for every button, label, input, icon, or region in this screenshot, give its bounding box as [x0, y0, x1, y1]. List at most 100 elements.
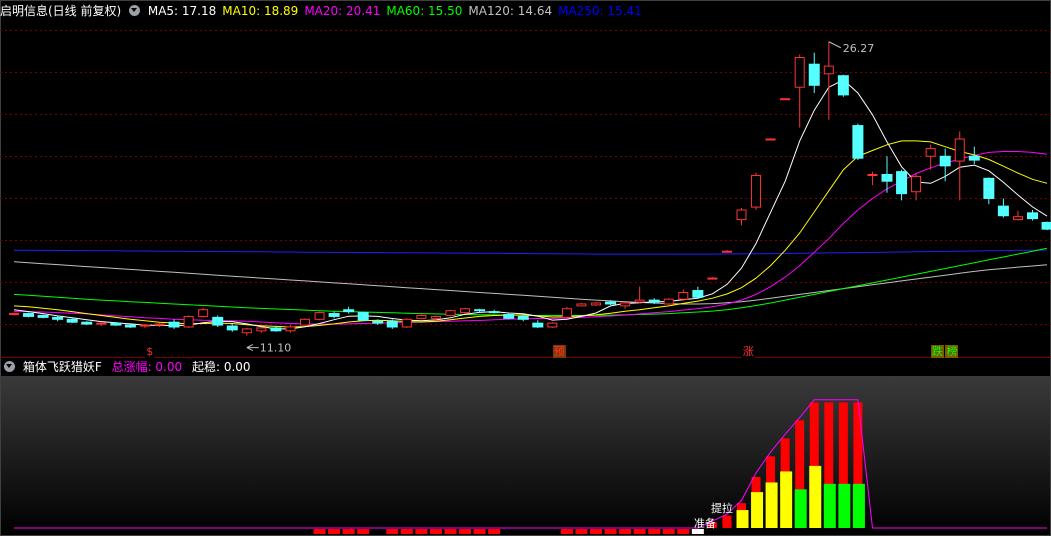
- candle-body: [226, 325, 238, 331]
- signal-marker-1: 预: [552, 345, 566, 358]
- indicator-bottom-marker: [415, 529, 428, 534]
- candle-body: [620, 302, 631, 307]
- candle-body: [343, 309, 355, 313]
- candle-body: [285, 326, 296, 332]
- indicator-bottom-marker: [429, 529, 442, 534]
- indicator-bar-green: [794, 489, 807, 528]
- indicator-bar-green: [852, 483, 865, 528]
- candle-body: [445, 310, 456, 316]
- candle-body: [154, 323, 165, 326]
- candle-body: [357, 312, 369, 321]
- indicator-bottom-marker: [400, 529, 413, 534]
- candle-body: [751, 174, 762, 208]
- indicator-bar-green: [823, 483, 836, 528]
- candle-body: [547, 322, 558, 328]
- ma-label-1: MA10: 18.89: [222, 4, 299, 18]
- indicator-bar-yellow: [809, 465, 822, 528]
- candle-body: [707, 277, 718, 280]
- ma-label-3: MA60: 15.50: [386, 4, 463, 18]
- indicator-bottom-marker: [473, 529, 486, 534]
- candle-body: [23, 313, 35, 317]
- indicator-bar-green: [838, 483, 851, 528]
- candle-body: [794, 56, 805, 88]
- indicator-bottom-marker: [604, 529, 617, 534]
- candle-body: [648, 299, 660, 303]
- candle-body: [256, 327, 267, 332]
- candle-body: [954, 138, 965, 162]
- candle-body: [124, 324, 136, 328]
- candle-body: [328, 313, 340, 317]
- candle-body: [386, 320, 398, 328]
- indicator-bottom-marker: [328, 529, 341, 534]
- candle-body: [1012, 216, 1023, 221]
- ready-label: 准备: [694, 516, 716, 530]
- signal-marker-4: 榜: [945, 345, 959, 358]
- candle-body: [576, 303, 587, 307]
- candle-body: [852, 125, 864, 159]
- indicator-background: [1, 376, 1050, 535]
- candle-body: [867, 173, 878, 176]
- candle-body: [139, 324, 150, 327]
- candle-body: [314, 312, 325, 320]
- stock-chart-window: 26.27 11.10 提拉 准备 启明信息(日线 前复权) MA5: 17.18 MA…: [0, 0, 1051, 536]
- indicator-bottom-marker: [459, 529, 472, 534]
- indicator-bottom-marker: [342, 529, 355, 534]
- candle-body: [81, 321, 93, 325]
- ma10-line: [13, 140, 1048, 328]
- ma-legend: MA5: 17.18 MA10: 18.89 MA20: 20.41 MA60: 15…: [148, 4, 648, 18]
- indicator-bottom-marker: [619, 529, 632, 534]
- indicator-bottom-marker: [560, 529, 573, 534]
- indicator-bar-yellow: [780, 471, 793, 528]
- candle-body: [1041, 221, 1051, 230]
- candle-body: [416, 314, 427, 319]
- candle-body: [37, 314, 49, 318]
- candle-body: [939, 155, 951, 167]
- candle-body: [634, 299, 645, 303]
- candle-body: [823, 65, 834, 75]
- indicator-bar-red: [722, 515, 732, 528]
- stock-title: 启明信息(日线 前复权): [0, 4, 122, 18]
- total-gain-label: 总涨幅: 0.00: [111, 360, 183, 374]
- candle-body: [721, 250, 732, 253]
- candle-body: [532, 322, 544, 328]
- candle-body: [198, 309, 209, 317]
- chevron-down-icon[interactable]: [4, 361, 15, 372]
- ma-label-4: MA120: 14.64: [468, 4, 553, 18]
- candle-body: [983, 177, 995, 199]
- candle-body: [591, 302, 601, 306]
- candle-body: [678, 291, 689, 300]
- indicator-bottom-marker: [313, 529, 326, 534]
- ma250-line: [14, 249, 1048, 255]
- candle-body: [997, 205, 1009, 217]
- candle-body: [212, 316, 224, 326]
- ma5-line: [13, 79, 1048, 330]
- candle-body: [488, 311, 500, 314]
- candle-body: [300, 318, 310, 326]
- candle-body: [911, 175, 922, 193]
- indicator-bottom-marker: [444, 529, 457, 534]
- candle-body: [270, 327, 282, 332]
- candle-body: [52, 316, 64, 320]
- candle-body: [460, 308, 471, 314]
- high-price-label-arrow: [828, 41, 842, 49]
- candle-body: [474, 309, 486, 312]
- indicator-bottom-marker: [633, 529, 646, 534]
- candle-body: [692, 290, 704, 298]
- indicator-bottom-marker: [357, 529, 370, 534]
- lift-label: 提拉: [711, 501, 733, 515]
- chevron-down-icon[interactable]: [129, 5, 141, 16]
- chart-canvas[interactable]: 26.27 11.10 提拉准备: [0, 0, 1051, 536]
- indicator-bar-yellow: [751, 492, 764, 528]
- candle-body: [430, 315, 441, 319]
- indicator-bottom-marker: [386, 529, 399, 534]
- candle-body: [9, 313, 19, 316]
- signal-marker-0: $: [145, 345, 155, 358]
- candle-body: [517, 315, 529, 320]
- candle-body: [808, 63, 820, 86]
- candle-body: [837, 75, 849, 96]
- indicator-name[interactable]: 箱体飞跃猎妖F: [23, 360, 102, 374]
- indicator-bottom-marker: [488, 529, 501, 534]
- candle-body: [736, 209, 747, 221]
- candle-body: [780, 98, 791, 101]
- candle-body: [183, 315, 194, 328]
